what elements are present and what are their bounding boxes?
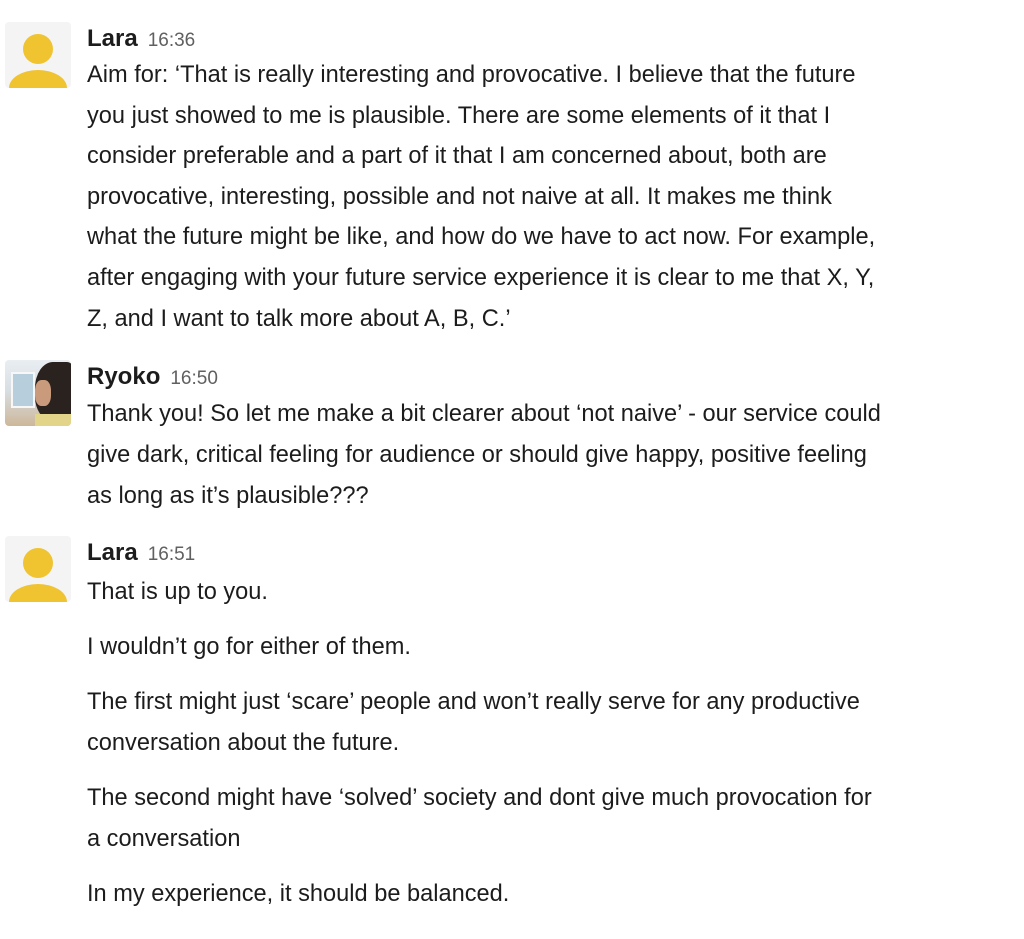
- message-line: consider preferable and a part of it tha…: [87, 143, 827, 169]
- message-line: Thank you! So let me make a bit clearer …: [87, 401, 881, 427]
- message-line: The first might just ‘scare’ people and …: [87, 689, 860, 715]
- author-name[interactable]: Ryoko: [87, 363, 160, 390]
- message-line: Z, and I want to talk more about A, B, C…: [87, 306, 511, 332]
- message-line: conversation about the future.: [87, 730, 400, 756]
- message-line: Aim for: ‘That is really interesting and…: [87, 62, 856, 88]
- message-header: Lara 16:51: [87, 536, 195, 570]
- timestamp[interactable]: 16:36: [148, 30, 196, 51]
- author-name[interactable]: Lara: [87, 25, 138, 52]
- message-line: In my experience, it should be balanced.: [87, 881, 510, 907]
- timestamp[interactable]: 16:50: [170, 368, 218, 389]
- message-line: you just showed to me is plausible. Ther…: [87, 103, 831, 129]
- message-line: That is up to you.: [87, 579, 268, 605]
- message-line: a conversation: [87, 826, 241, 852]
- message-line: I wouldn’t go for either of them.: [87, 634, 411, 660]
- avatar[interactable]: [5, 360, 71, 426]
- message-header: Ryoko 16:50: [87, 360, 218, 394]
- message-line: The second might have ‘solved’ society a…: [87, 785, 872, 811]
- message-header: Lara 16:36: [87, 22, 195, 56]
- avatar[interactable]: [5, 22, 71, 88]
- message-line: give dark, critical feeling for audience…: [87, 442, 867, 468]
- message-line: after engaging with your future service …: [87, 265, 875, 291]
- avatar[interactable]: [5, 536, 71, 602]
- message-line: as long as it’s plausible???: [87, 483, 369, 509]
- message-line: what the future might be like, and how d…: [87, 224, 876, 250]
- author-name[interactable]: Lara: [87, 539, 138, 566]
- message-line: provocative, interesting, possible and n…: [87, 184, 832, 210]
- timestamp[interactable]: 16:51: [148, 544, 196, 565]
